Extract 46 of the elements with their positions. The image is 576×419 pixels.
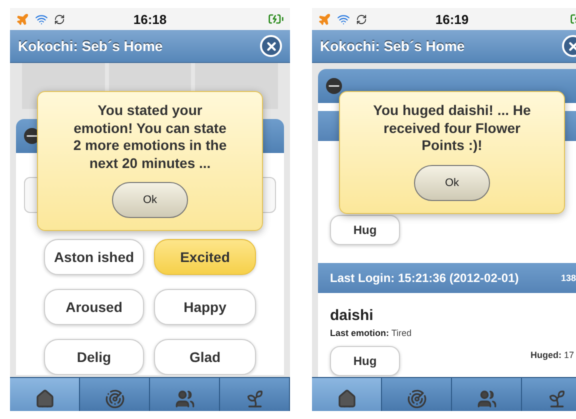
close-button[interactable]: [260, 35, 282, 57]
sprout-icon: [244, 388, 264, 408]
tab-button[interactable]: [220, 378, 290, 411]
player-count: 138: [560, 273, 576, 283]
tab-button[interactable]: [150, 378, 220, 411]
sync-icon: [356, 14, 367, 24]
dialog-message: You huged daishi! ... He received four Flower Points :)!: [372, 102, 532, 154]
last-emotion: Last emotion: Tired: [330, 328, 413, 338]
ok-button[interactable]: Ok: [414, 164, 490, 200]
close-icon: [264, 40, 278, 52]
emotion-button[interactable]: Excited: [154, 239, 256, 275]
group-icon: [174, 388, 194, 408]
page-title: Kokochi: Seb´s Home: [18, 38, 163, 54]
home-icon: [336, 388, 356, 408]
airplane-icon: [16, 12, 29, 26]
group-icon: [476, 388, 496, 408]
collapse-icon[interactable]: [326, 78, 342, 94]
status-time: 16:19: [434, 12, 470, 26]
sync-icon: [54, 14, 65, 24]
sprout-icon: [546, 388, 566, 408]
emotion-button[interactable]: Glad: [154, 339, 256, 375]
player-name: daishi: [330, 307, 374, 324]
dialog-message: You stated your emotion! You can state 2 more emotions in the next 20 minutes ...: [72, 102, 228, 172]
hug-button[interactable]: Hug: [330, 215, 400, 245]
tab-button[interactable]: [10, 378, 80, 411]
radar-icon: [406, 388, 426, 408]
radar-icon: [104, 388, 124, 408]
ok-button[interactable]: Ok: [112, 182, 188, 218]
emotion-button[interactable]: Aston ished: [44, 239, 144, 275]
wifi-icon: [337, 12, 350, 26]
emotion-button[interactable]: Happy: [154, 289, 256, 325]
login-time: Last Login: 15:21:36 (2012-02-01): [330, 271, 519, 285]
tab-button[interactable]: [382, 378, 452, 411]
hug-count: Huged: 17: [530, 350, 574, 360]
airplane-icon: [318, 12, 331, 26]
status-time: 16:18: [132, 12, 168, 26]
page-title: Kokochi: Seb´s Home: [320, 38, 465, 54]
tab-button[interactable]: [452, 378, 522, 411]
wifi-icon: [35, 12, 48, 26]
emotion-button[interactable]: Delig: [44, 339, 144, 375]
hug-button[interactable]: Hug: [330, 346, 400, 376]
close-icon: [566, 40, 576, 52]
tab-button[interactable]: [80, 378, 150, 411]
tab-button[interactable]: [312, 378, 382, 411]
emotion-button[interactable]: Aroused: [44, 289, 144, 325]
home-icon: [34, 388, 54, 408]
